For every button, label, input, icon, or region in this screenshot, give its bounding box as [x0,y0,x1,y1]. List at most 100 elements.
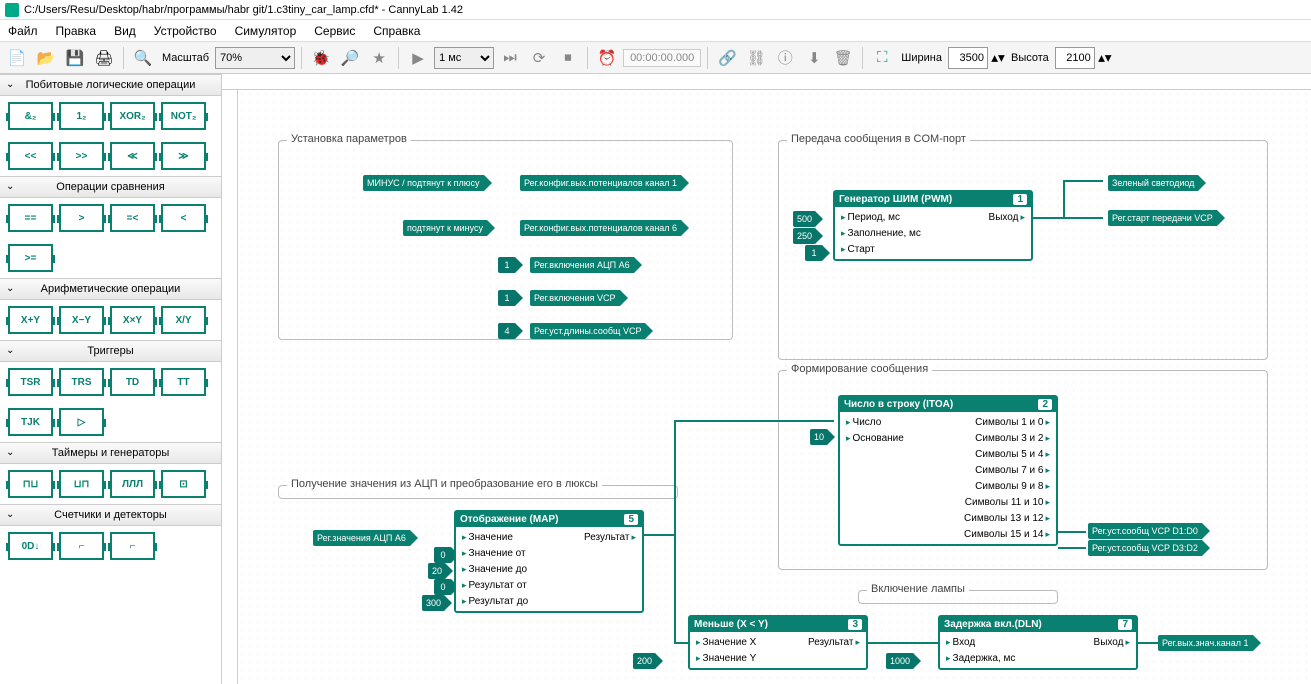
port-in[interactable]: Основание [844,433,904,444]
value-tag[interactable]: 250 [793,228,816,244]
port-in[interactable]: Значение X [694,637,756,648]
block-1₂[interactable]: 1₂ [59,102,104,130]
value-tag[interactable]: 500 [793,211,816,227]
zoom-fit-button[interactable]: 🔍 [130,45,156,71]
value-tag[interactable]: 0 [434,579,452,595]
port-in[interactable]: Вход [944,637,975,648]
sidebar-group-header[interactable]: ⌄Операции сравнения [0,176,221,198]
block->>[interactable]: >> [59,142,104,170]
port-out[interactable]: Результат [584,532,638,543]
new-file-button[interactable]: 📄 [4,45,30,71]
width-input[interactable] [948,47,988,69]
port-in[interactable]: Значение Y [694,653,756,664]
sidebar-group-header[interactable]: ⌄Счетчики и детекторы [0,504,221,526]
block->[interactable]: > [59,204,104,232]
reload-button[interactable]: ⟳ [526,45,552,71]
block-0D↓[interactable]: 0D↓ [8,532,53,560]
block-XOR₂[interactable]: XOR₂ [110,102,155,130]
port-out[interactable]: Символы 1 и 0 [975,417,1052,428]
step-button[interactable]: ⏭ [497,45,523,71]
port-in[interactable]: Значение [460,532,513,543]
node[interactable]: Генератор ШИМ (PWM)1Период, мсВыходЗапол… [833,190,1033,261]
port-in[interactable]: Значение до [460,564,527,575]
value-tag[interactable]: 0 [434,547,452,563]
block-X+Y[interactable]: X+Y [8,306,53,334]
output-tag[interactable]: Рег.включения АЦП А6 [530,257,634,273]
block-NOT₂[interactable]: NOT₂ [161,102,206,130]
output-tag[interactable]: Зеленый светодиод [1108,175,1198,191]
block-⌐[interactable]: ⌐ [59,532,104,560]
output-tag[interactable]: Рег.уст.сообщ VCP D1:D0 [1088,523,1202,539]
info-button[interactable]: ⓘ [772,45,798,71]
output-tag[interactable]: Рег.конфиг.вых.потенциалов канал 6 [520,220,681,236]
delete-button[interactable]: 🗑 [830,45,856,71]
port-in[interactable]: Результат от [460,580,527,591]
value-tag[interactable]: 200 [633,653,656,669]
input-tag[interactable]: МИНУС / подтянут к плюсу [363,175,484,191]
output-tag[interactable]: Рег.вых.знач.канал 1 [1158,635,1253,651]
menu-device[interactable]: Устройство [154,24,217,38]
node[interactable]: Отображение (MAP)5ЗначениеРезультатЗначе… [454,510,644,613]
unlink-button[interactable]: ⛓ [743,45,769,71]
port-out[interactable]: Символы 7 и 6 [975,465,1052,476]
download-button[interactable]: ⬇ [801,45,827,71]
block-TT[interactable]: TT [161,368,206,396]
output-tag[interactable]: Рег.конфиг.вых.потенциалов канал 1 [520,175,681,191]
sidebar-group-header[interactable]: ⌄Таймеры и генераторы [0,442,221,464]
menu-simulator[interactable]: Симулятор [235,24,297,38]
port-in[interactable]: Задержка, мс [944,653,1015,664]
canvas[interactable]: Установка параметровПередача сообщения в… [238,90,1311,684]
block-TJK[interactable]: TJK [8,408,53,436]
port-out[interactable]: Символы 11 и 10 [965,497,1052,508]
block-≪[interactable]: ≪ [110,142,155,170]
port-out[interactable]: Символы 15 и 14 [964,529,1052,540]
menu-view[interactable]: Вид [114,24,136,38]
port-out[interactable]: Выход [1094,637,1132,648]
width-spinner[interactable]: ▴▾ [991,45,1005,71]
menu-edit[interactable]: Правка [56,24,97,38]
fit-button[interactable]: ⛶ [869,45,895,71]
print-button[interactable]: 🖨 [91,45,117,71]
bug-button[interactable]: 🐞 [308,45,334,71]
menu-file[interactable]: Файл [8,24,38,38]
port-in[interactable]: Заполнение, мс [839,228,921,239]
value-tag[interactable]: 4 [498,323,516,339]
value-tag[interactable]: 1 [805,245,823,261]
block-==[interactable]: == [8,204,53,232]
block->=[interactable]: >= [8,244,53,272]
value-tag[interactable]: 20 [428,563,446,579]
play-button[interactable]: ▶ [405,45,431,71]
menu-help[interactable]: Справка [373,24,420,38]
block-X−Y[interactable]: X−Y [59,306,104,334]
block-X/Y[interactable]: X/Y [161,306,206,334]
node[interactable]: Меньше (X < Y)3Значение XРезультатЗначен… [688,615,868,670]
port-out[interactable]: Символы 9 и 8 [975,481,1052,492]
star-button[interactable]: ★ [366,45,392,71]
port-in[interactable]: Старт [839,244,875,255]
output-tag[interactable]: Рег.включения VCP [530,290,620,306]
port-out[interactable]: Символы 13 и 12 [964,513,1052,524]
open-file-button[interactable]: 📂 [33,45,59,71]
block-=<[interactable]: =< [110,204,155,232]
output-tag[interactable]: Рег.старт передачи VCP [1108,210,1217,226]
port-in[interactable]: Число [844,417,881,428]
height-spinner[interactable]: ▴▾ [1098,45,1112,71]
sim-step-select[interactable]: 1 мс [434,47,494,69]
block-&₂[interactable]: &₂ [8,102,53,130]
height-input[interactable] [1055,47,1095,69]
block-⊓⊔[interactable]: ⊓⊔ [8,470,53,498]
save-button[interactable]: 💾 [62,45,88,71]
zoom-select[interactable]: 70% [215,47,295,69]
node[interactable]: Задержка вкл.(DLN)7ВходВыходЗадержка, мс [938,615,1138,670]
link-button[interactable]: 🔗 [714,45,740,71]
block-⊔⊓[interactable]: ⊔⊓ [59,470,104,498]
value-tag[interactable]: 1000 [886,653,914,669]
port-in[interactable]: Период, мс [839,212,900,223]
output-tag[interactable]: Рег.уст.длины.сообщ VCP [530,323,645,339]
sidebar[interactable]: ⌄Побитовые логические операции&₂1₂XOR₂NO… [0,74,222,684]
port-out[interactable]: Выход [989,212,1027,223]
block-<[interactable]: < [161,204,206,232]
value-tag[interactable]: 300 [422,595,445,611]
block-⌐[interactable]: ⌐ [110,532,155,560]
value-tag[interactable]: 1 [498,257,516,273]
